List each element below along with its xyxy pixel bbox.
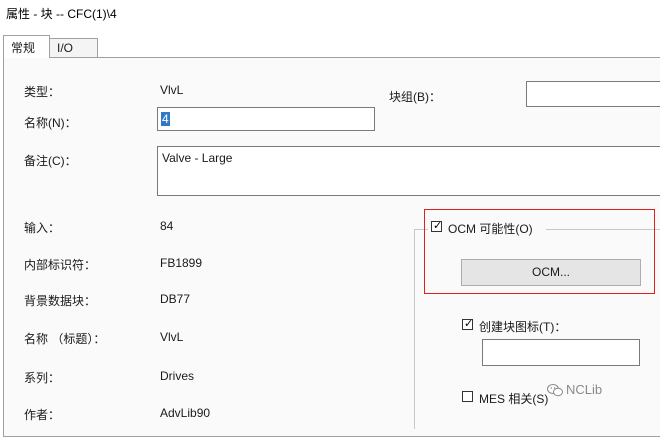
type-value: VlvL: [160, 83, 184, 97]
checkmark-icon: ✓: [464, 317, 474, 330]
author-label: 作者：: [24, 408, 61, 422]
tab-general-label: 常规: [11, 41, 36, 55]
block-icon-input[interactable]: [482, 339, 640, 366]
background-db-value: DB77: [160, 292, 191, 306]
family-label: 系列：: [24, 371, 61, 385]
create-icon-checkbox[interactable]: ✓: [462, 317, 474, 330]
ocm-button[interactable]: OCM...: [461, 259, 641, 286]
name-value: 4: [161, 112, 170, 126]
watermark-text: NCLib: [566, 382, 603, 397]
tab-io-label: I/O: [57, 41, 74, 55]
create-icon-label: 创建块图标(T)：: [479, 320, 567, 334]
wechat-icon: [547, 384, 563, 397]
input-value: 84: [160, 219, 174, 233]
checkmark-icon: ✓: [433, 219, 443, 232]
window-title: 属性 - 块 -- CFC(1)\4: [6, 7, 117, 21]
tab-io[interactable]: I/O: [49, 38, 98, 58]
mes-checkbox[interactable]: [462, 391, 473, 402]
ocm-checkbox[interactable]: ✓: [431, 219, 443, 232]
type-label: 类型：: [24, 85, 61, 99]
input-label: 输入：: [24, 221, 61, 235]
mes-checkbox-label: MES 相关(S): [479, 392, 549, 406]
name-title-label: 名称 （标题）：: [24, 332, 106, 346]
family-value: Drives: [160, 369, 195, 383]
comment-label: 备注(C)：: [24, 154, 77, 168]
name-title-value: VlvL: [160, 330, 184, 344]
comment-value: Valve - Large: [162, 151, 233, 165]
name-input[interactable]: 4: [157, 107, 375, 131]
background-db-label: 背景数据块：: [24, 294, 97, 308]
name-label: 名称(N)：: [24, 116, 77, 130]
comment-input[interactable]: Valve - Large: [157, 146, 660, 196]
blockgroup-label: 块组(B)：: [389, 90, 441, 104]
author-value: AdvLib90: [160, 406, 211, 420]
blockgroup-input[interactable]: [526, 81, 660, 107]
tab-general[interactable]: 常规: [3, 35, 50, 58]
ocm-groupbox-left: [414, 229, 415, 429]
ocm-checkbox-label: OCM 可能性(O): [448, 222, 533, 236]
internal-id-value: FB1899: [160, 256, 203, 270]
internal-id-label: 内部标识符：: [24, 258, 97, 272]
title-bar: 属性 - 块 -- CFC(1)\4: [0, 0, 660, 26]
